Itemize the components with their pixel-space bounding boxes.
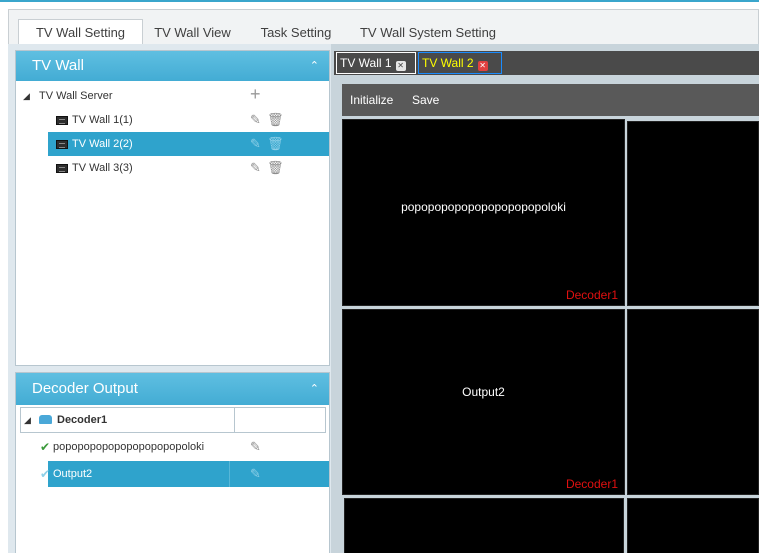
column-divider: [234, 408, 235, 432]
trash-icon[interactable]: 🗑: [267, 132, 284, 156]
monitor-icon: [56, 140, 68, 149]
tv-wall-panel-header[interactable]: TV Wall ⌃: [16, 51, 329, 81]
app-window: TV Wall Setting TV Wall View Task Settin…: [0, 0, 759, 553]
decoder-icon: [39, 415, 52, 424]
check-icon: ✔: [40, 467, 51, 481]
tv-wall-editor: TV Wall 1 ✕ TV Wall 2 ✕ Initialize Save po…: [331, 44, 759, 553]
chevron-up-icon[interactable]: ⌃: [310, 373, 319, 405]
expand-triangle-icon[interactable]: ◢: [24, 408, 31, 432]
wall-toolbar: Initialize Save: [342, 84, 759, 116]
monitor-icon: [56, 116, 68, 125]
tv-wall-panel: TV Wall ⌃ ◢ TV Wall Server + TV Wall 1(1…: [15, 50, 330, 366]
wall-tab-bar: TV Wall 1 ✕ TV Wall 2 ✕: [334, 51, 759, 75]
wall-screen-2[interactable]: [627, 121, 759, 306]
tree-item-tv-wall-2[interactable]: TV Wall 2(2) ✎ 🗑: [48, 132, 329, 156]
column-divider: [229, 461, 230, 487]
wall-screen-6[interactable]: [627, 498, 759, 553]
plus-icon[interactable]: +: [250, 82, 261, 106]
screen-decoder-label: Decoder1: [565, 477, 618, 491]
tree-item-tv-wall-3[interactable]: TV Wall 3(3) ✎ 🗑: [16, 156, 329, 180]
close-icon[interactable]: ✕: [395, 61, 406, 71]
tv-wall-item-label: TV Wall 2(2): [72, 138, 133, 150]
screen-output-label: popopopopopopopopopopoloki: [401, 200, 566, 214]
decoder-label: Decoder1: [57, 414, 108, 426]
tv-wall-server-label: TV Wall Server: [39, 90, 113, 102]
wall-screen-3[interactable]: Output2 Decoder1: [342, 309, 625, 495]
left-sidebar: TV Wall ⌃ ◢ TV Wall Server + TV Wall 1(1…: [8, 44, 331, 553]
tree-item-tv-wall-server[interactable]: ◢ TV Wall Server +: [16, 84, 329, 108]
wall-tab-2[interactable]: TV Wall 2 ✕: [418, 52, 502, 74]
decoder-output-panel-header[interactable]: Decoder Output ⌃: [16, 373, 329, 405]
tv-wall-panel-title: TV Wall: [32, 57, 84, 74]
tree-item-output-2[interactable]: ✔ Output2 ✎: [40, 461, 329, 487]
check-icon: ✔: [40, 440, 51, 454]
trash-icon[interactable]: 🗑: [267, 108, 284, 132]
tab-task-setting[interactable]: Task Setting: [256, 22, 336, 46]
wall-tab-label: TV Wall 1: [340, 56, 392, 70]
save-button[interactable]: Save: [412, 84, 439, 116]
edit-icon[interactable]: ✎: [250, 435, 261, 459]
screen-decoder-label: Decoder1: [565, 288, 618, 302]
screen-grid: popopopopopopopopopopoloki Decoder1 Outp…: [342, 119, 759, 553]
screen-output-label: Output2: [462, 385, 505, 399]
wall-screen-1[interactable]: popopopopopopopopopopoloki Decoder1: [342, 119, 625, 306]
tv-wall-item-label: TV Wall 1(1): [72, 114, 133, 126]
trash-icon[interactable]: 🗑: [267, 156, 284, 180]
edit-icon[interactable]: ✎: [250, 132, 261, 156]
decoder-tree: ◢ Decoder1 ✔ popopopopopopopopopopoloki …: [16, 405, 329, 553]
wall-tab-1[interactable]: TV Wall 1 ✕: [336, 52, 416, 74]
tree-item-decoder1[interactable]: ◢ Decoder1: [20, 407, 326, 433]
output-label: popopopopopopopopopopoloki: [53, 441, 205, 453]
close-icon[interactable]: ✕: [477, 61, 488, 71]
tab-tv-wall-system-setting[interactable]: TV Wall System Setting: [354, 22, 502, 46]
wall-screen-4[interactable]: [627, 309, 759, 495]
monitor-icon: [56, 164, 68, 173]
wall-screen-5[interactable]: [344, 498, 624, 553]
output-label: Output2: [53, 468, 93, 480]
edit-icon[interactable]: ✎: [250, 461, 261, 487]
tv-wall-tree: ◢ TV Wall Server + TV Wall 1(1) ✎ 🗑 TV W…: [16, 81, 329, 365]
initialize-button[interactable]: Initialize: [350, 84, 393, 116]
tab-tv-wall-view[interactable]: TV Wall View: [148, 22, 237, 46]
main-tab-bar: TV Wall Setting TV Wall View Task Settin…: [8, 9, 759, 46]
tree-item-tv-wall-1[interactable]: TV Wall 1(1) ✎ 🗑: [16, 108, 329, 132]
decoder-output-panel-title: Decoder Output: [32, 380, 138, 397]
tv-wall-item-label: TV Wall 3(3): [72, 162, 133, 174]
wall-tab-label: TV Wall 2: [422, 56, 474, 70]
tab-tv-wall-setting[interactable]: TV Wall Setting: [18, 19, 143, 46]
edit-icon[interactable]: ✎: [250, 108, 261, 132]
chevron-up-icon[interactable]: ⌃: [310, 51, 319, 81]
edit-icon[interactable]: ✎: [250, 156, 261, 180]
decoder-output-panel: Decoder Output ⌃ ◢ Decoder1 ✔ popopopopo…: [15, 372, 330, 553]
tree-item-output-1[interactable]: ✔ popopopopopopopopopopoloki ✎: [16, 435, 329, 459]
expand-triangle-icon[interactable]: ◢: [23, 84, 30, 108]
